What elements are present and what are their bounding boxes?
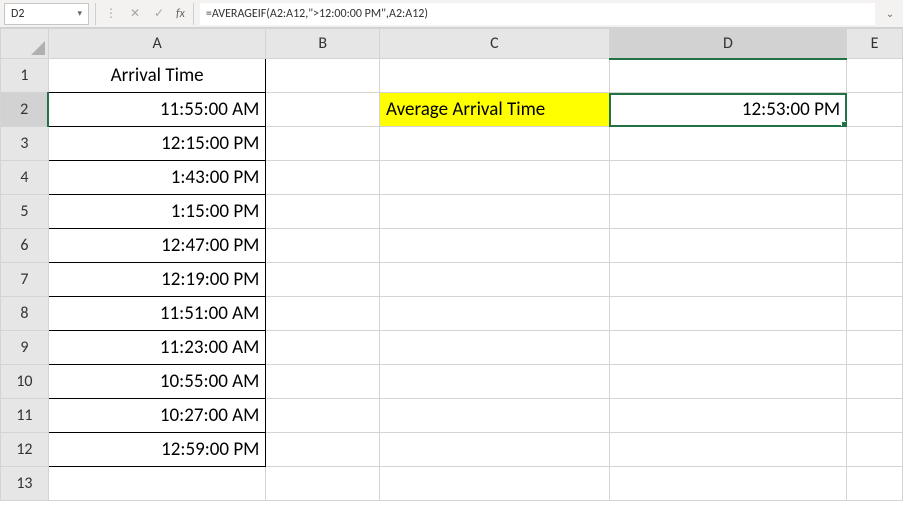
cell-D5[interactable] bbox=[609, 195, 846, 229]
cell-B12[interactable] bbox=[266, 433, 380, 467]
cell-D8[interactable] bbox=[609, 297, 846, 331]
grid-table: A B C D E 1 Arrival Time 2 11:55:00 AM A… bbox=[0, 28, 903, 501]
cell-A1[interactable]: Arrival Time bbox=[48, 59, 266, 93]
row-header-3[interactable]: 3 bbox=[1, 127, 49, 161]
row-header-6[interactable]: 6 bbox=[1, 229, 49, 263]
cell-C10[interactable] bbox=[379, 365, 609, 399]
expand-formula-bar-icon[interactable]: ⌄ bbox=[881, 7, 899, 20]
spreadsheet-grid: A B C D E 1 Arrival Time 2 11:55:00 AM A… bbox=[0, 28, 903, 501]
row-header-2[interactable]: 2 bbox=[1, 93, 49, 127]
cell-E4[interactable] bbox=[847, 161, 903, 195]
ellipsis-icon[interactable]: ⋮ bbox=[100, 4, 122, 24]
name-box[interactable]: D2 ▾ bbox=[4, 3, 89, 25]
cell-A13[interactable] bbox=[48, 467, 266, 501]
cell-D6[interactable] bbox=[609, 229, 846, 263]
cell-B2[interactable] bbox=[266, 93, 380, 127]
row-header-7[interactable]: 7 bbox=[1, 263, 49, 297]
cell-D2[interactable]: 12:53:00 PM bbox=[609, 93, 846, 127]
cell-B5[interactable] bbox=[266, 195, 380, 229]
cell-A9[interactable]: 11:23:00 AM bbox=[48, 331, 266, 365]
cell-B1[interactable] bbox=[266, 59, 380, 93]
cell-C2[interactable]: Average Arrival Time bbox=[379, 93, 609, 127]
cell-A4[interactable]: 1:43:00 PM bbox=[48, 161, 266, 195]
cell-E3[interactable] bbox=[847, 127, 903, 161]
cell-A10[interactable]: 10:55:00 AM bbox=[48, 365, 266, 399]
cell-A6[interactable]: 12:47:00 PM bbox=[48, 229, 266, 263]
cell-A8[interactable]: 11:51:00 AM bbox=[48, 297, 266, 331]
cell-D9[interactable] bbox=[609, 331, 846, 365]
formula-bar: D2 ▾ ⋮ ✕ ✓ fx ⌄ bbox=[0, 0, 903, 28]
cell-C5[interactable] bbox=[379, 195, 609, 229]
cell-E13[interactable] bbox=[847, 467, 903, 501]
cell-D1[interactable] bbox=[609, 59, 846, 93]
row-header-9[interactable]: 9 bbox=[1, 331, 49, 365]
cell-A7[interactable]: 12:19:00 PM bbox=[48, 263, 266, 297]
chevron-down-icon[interactable]: ▾ bbox=[77, 8, 82, 19]
cell-E12[interactable] bbox=[847, 433, 903, 467]
cell-B3[interactable] bbox=[266, 127, 380, 161]
cell-B9[interactable] bbox=[266, 331, 380, 365]
cell-C12[interactable] bbox=[379, 433, 609, 467]
row-header-1[interactable]: 1 bbox=[1, 59, 49, 93]
cell-B8[interactable] bbox=[266, 297, 380, 331]
col-header-E[interactable]: E bbox=[847, 29, 903, 59]
cell-E11[interactable] bbox=[847, 399, 903, 433]
cell-D12[interactable] bbox=[609, 433, 846, 467]
cell-D3[interactable] bbox=[609, 127, 846, 161]
cell-A2[interactable]: 11:55:00 AM bbox=[48, 93, 266, 127]
fx-icon[interactable]: fx bbox=[172, 7, 189, 21]
select-all-corner[interactable] bbox=[1, 29, 49, 59]
cell-B13[interactable] bbox=[266, 467, 380, 501]
cell-A5[interactable]: 1:15:00 PM bbox=[48, 195, 266, 229]
cell-E8[interactable] bbox=[847, 297, 903, 331]
cell-D7[interactable] bbox=[609, 263, 846, 297]
cell-A3[interactable]: 12:15:00 PM bbox=[48, 127, 266, 161]
cell-E10[interactable] bbox=[847, 365, 903, 399]
cell-B10[interactable] bbox=[266, 365, 380, 399]
name-box-value: D2 bbox=[11, 7, 24, 21]
cell-D11[interactable] bbox=[609, 399, 846, 433]
row-header-5[interactable]: 5 bbox=[1, 195, 49, 229]
row-header-8[interactable]: 8 bbox=[1, 297, 49, 331]
cell-A11[interactable]: 10:27:00 AM bbox=[48, 399, 266, 433]
confirm-icon[interactable]: ✓ bbox=[148, 4, 170, 24]
formula-button-group: ⋮ ✕ ✓ fx bbox=[95, 3, 194, 25]
cell-E1[interactable] bbox=[847, 59, 903, 93]
row-header-4[interactable]: 4 bbox=[1, 161, 49, 195]
cell-B6[interactable] bbox=[266, 229, 380, 263]
cell-B11[interactable] bbox=[266, 399, 380, 433]
cell-C7[interactable] bbox=[379, 263, 609, 297]
cell-E9[interactable] bbox=[847, 331, 903, 365]
row-header-13[interactable]: 13 bbox=[1, 467, 49, 501]
col-header-D[interactable]: D bbox=[609, 29, 846, 59]
cell-C13[interactable] bbox=[379, 467, 609, 501]
cell-C11[interactable] bbox=[379, 399, 609, 433]
cell-E2[interactable] bbox=[847, 93, 903, 127]
cell-C1[interactable] bbox=[379, 59, 609, 93]
row-header-12[interactable]: 12 bbox=[1, 433, 49, 467]
cell-C4[interactable] bbox=[379, 161, 609, 195]
row-header-10[interactable]: 10 bbox=[1, 365, 49, 399]
cell-A12[interactable]: 12:59:00 PM bbox=[48, 433, 266, 467]
cell-D13[interactable] bbox=[609, 467, 846, 501]
col-header-B[interactable]: B bbox=[266, 29, 380, 59]
cell-C8[interactable] bbox=[379, 297, 609, 331]
cell-B4[interactable] bbox=[266, 161, 380, 195]
cell-B7[interactable] bbox=[266, 263, 380, 297]
formula-input[interactable] bbox=[200, 3, 875, 25]
row-header-11[interactable]: 11 bbox=[1, 399, 49, 433]
col-header-A[interactable]: A bbox=[48, 29, 266, 59]
cancel-icon[interactable]: ✕ bbox=[124, 4, 146, 24]
cell-D4[interactable] bbox=[609, 161, 846, 195]
select-all-triangle-icon bbox=[31, 41, 45, 55]
cell-C3[interactable] bbox=[379, 127, 609, 161]
cell-E6[interactable] bbox=[847, 229, 903, 263]
col-header-C[interactable]: C bbox=[379, 29, 609, 59]
cell-C9[interactable] bbox=[379, 331, 609, 365]
cell-E7[interactable] bbox=[847, 263, 903, 297]
cell-D10[interactable] bbox=[609, 365, 846, 399]
cell-E5[interactable] bbox=[847, 195, 903, 229]
cell-C6[interactable] bbox=[379, 229, 609, 263]
